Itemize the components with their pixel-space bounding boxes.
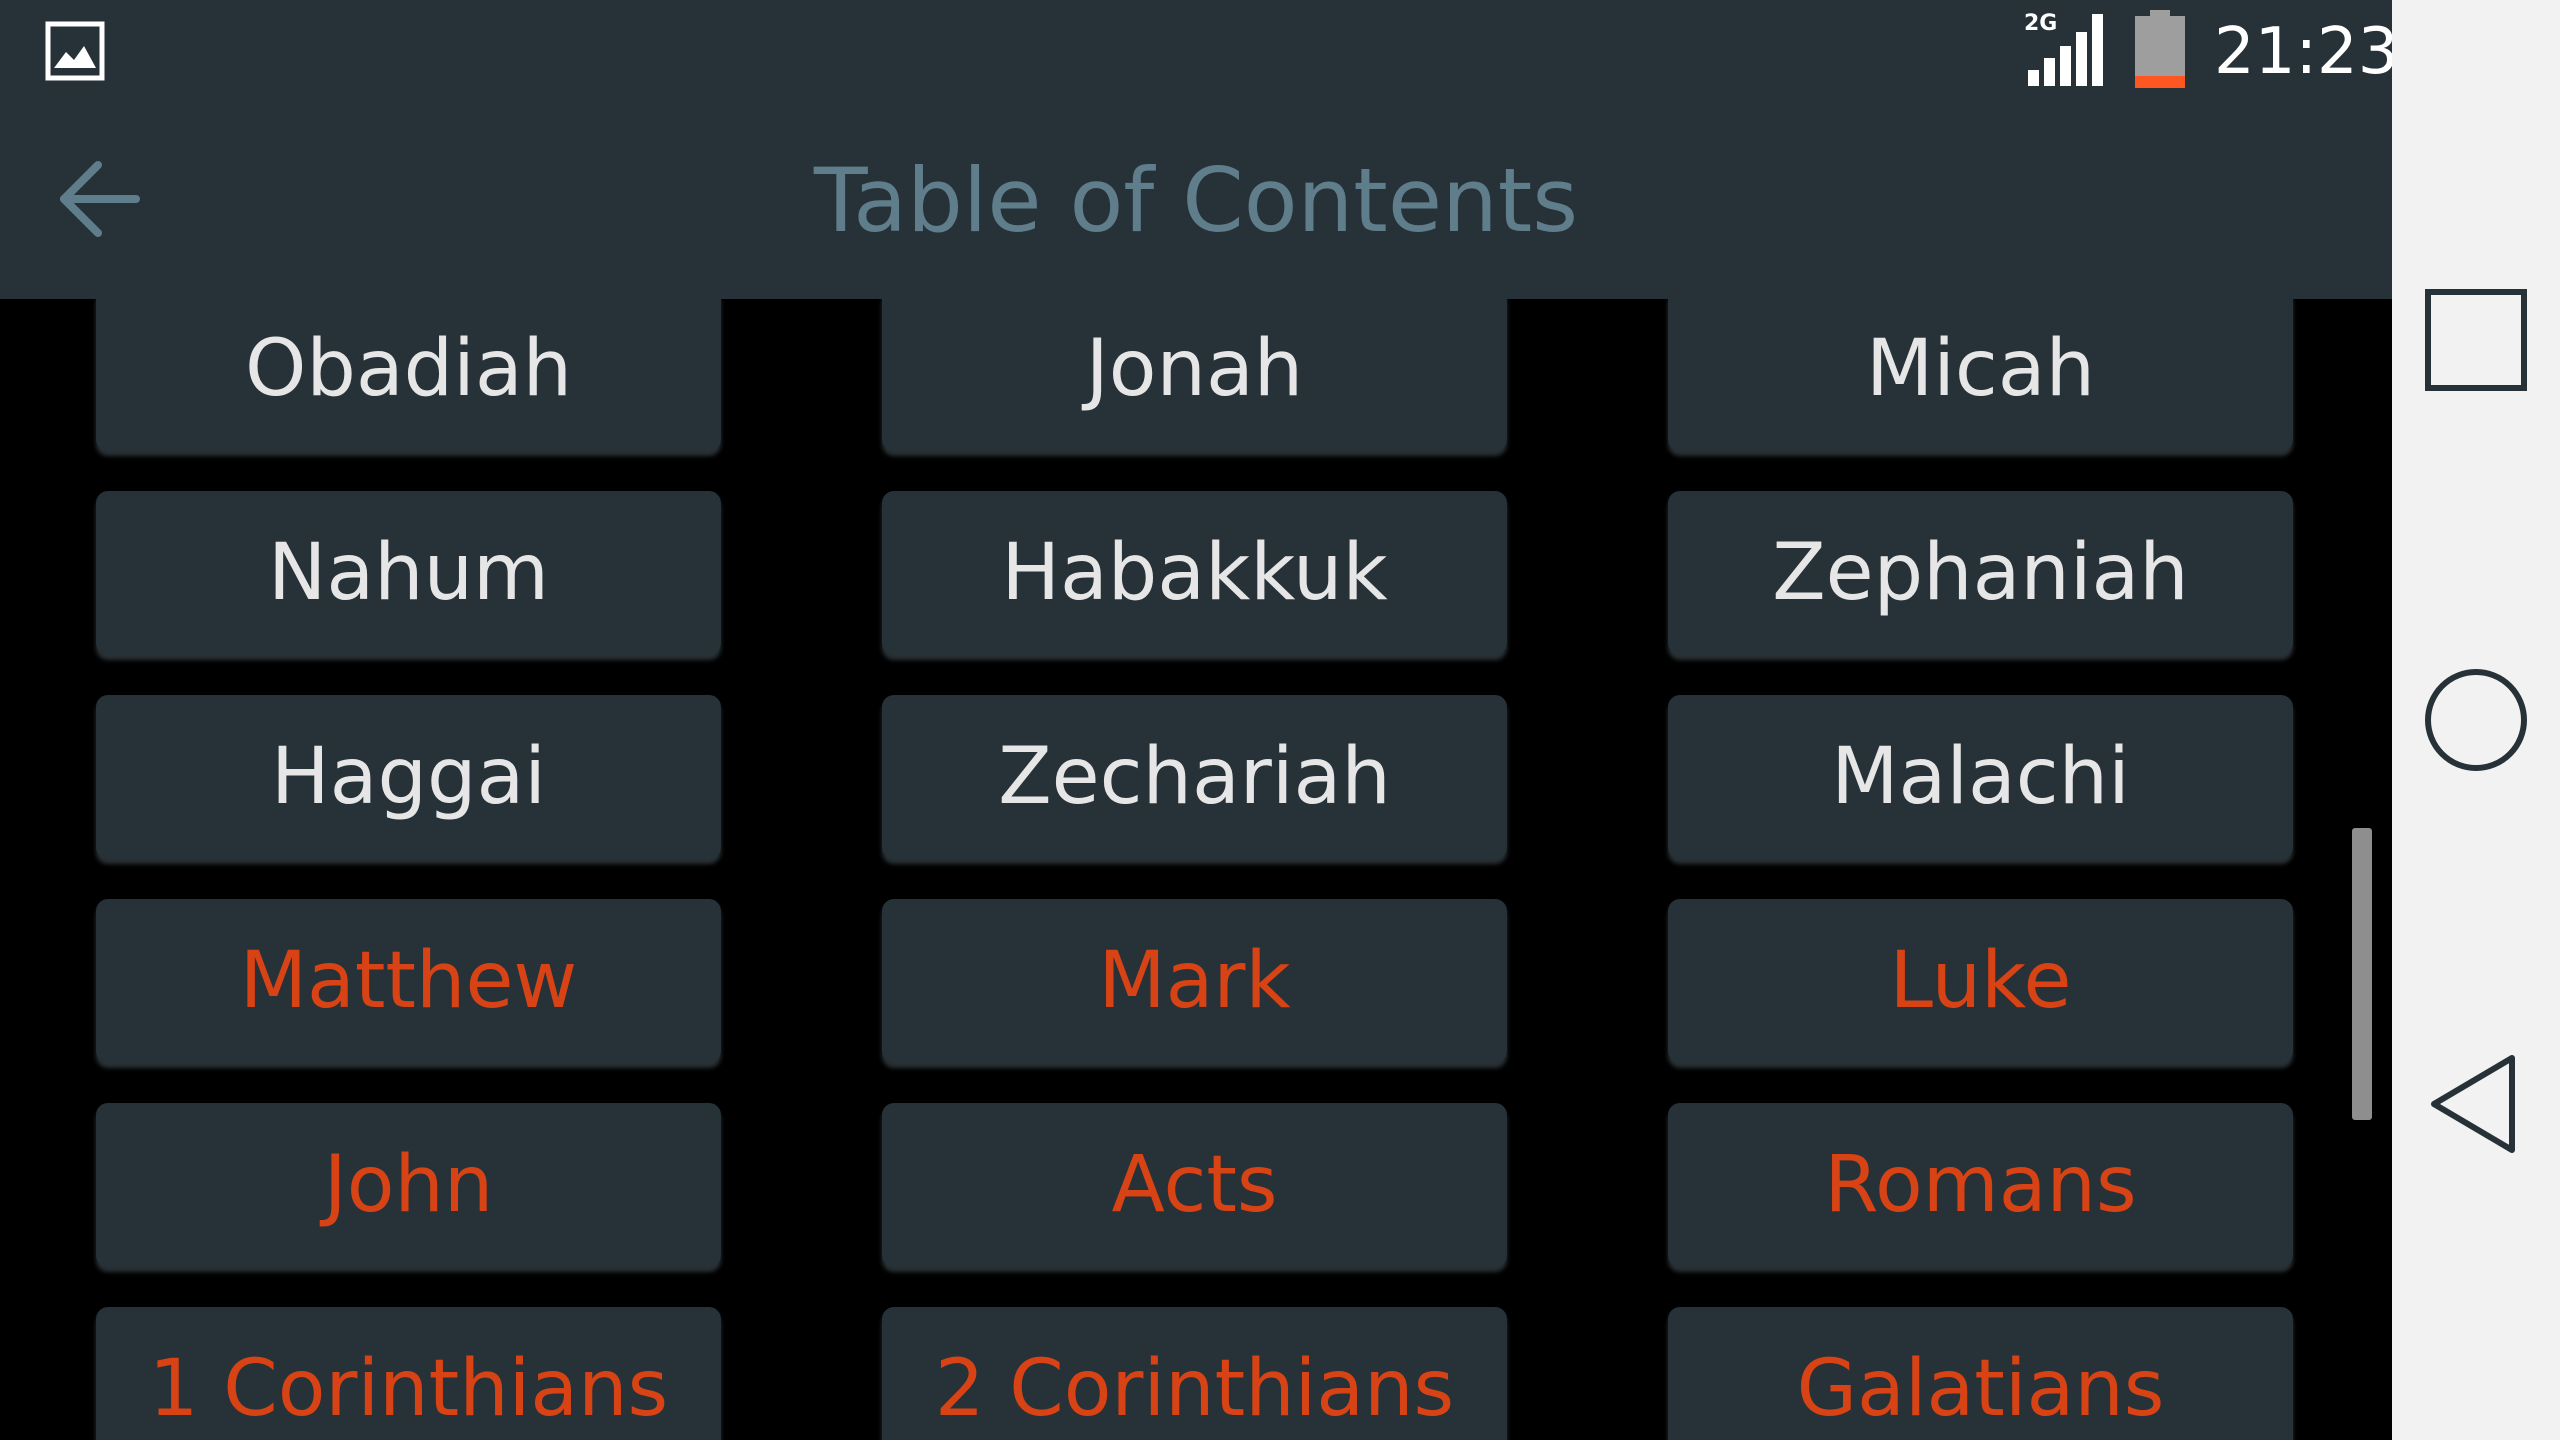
book-label: Nahum — [268, 528, 549, 618]
circle-icon[interactable] — [2424, 668, 2528, 772]
book-label: Zephaniah — [1772, 528, 2189, 618]
book-button[interactable]: John — [96, 1103, 721, 1267]
book-button[interactable]: Romans — [1668, 1103, 2293, 1267]
book-label: Zechariah — [998, 732, 1391, 822]
book-label: Malachi — [1831, 732, 2130, 822]
status-bar: 2G 21:23 — [0, 0, 2392, 101]
book-label: Habakkuk — [1001, 528, 1388, 618]
book-label: Obadiah — [244, 324, 573, 414]
book-grid: Obadiah Jonah Micah Nahum Habakkuk Zephaniah H… — [0, 299, 2392, 1440]
book-label: Haggai — [271, 732, 546, 822]
book-label: John — [323, 1140, 494, 1230]
book-label: 1 Corinthians — [148, 1344, 669, 1434]
triangle-back-icon[interactable] — [2424, 1052, 2528, 1156]
square-icon[interactable] — [2424, 288, 2528, 392]
book-label: Matthew — [239, 936, 578, 1026]
book-button[interactable]: Haggai — [96, 695, 721, 859]
signal-icon: 2G — [2024, 11, 2103, 86]
book-label: Jonah — [1085, 324, 1304, 414]
book-label: Luke — [1889, 936, 2072, 1026]
page-title: Table of Contents — [813, 149, 1579, 252]
book-button[interactable]: Obadiah — [96, 299, 721, 451]
navigation-bar — [2392, 0, 2560, 1440]
book-button[interactable]: Luke — [1668, 899, 2293, 1063]
book-button[interactable]: Acts — [882, 1103, 1507, 1267]
scrollbar-thumb[interactable] — [2352, 828, 2372, 1120]
book-button[interactable]: Malachi — [1668, 695, 2293, 859]
book-button[interactable]: Jonah — [882, 299, 1507, 451]
book-label: Mark — [1098, 936, 1291, 1026]
network-type-label: 2G — [2024, 11, 2057, 36]
book-label: Acts — [1111, 1140, 1278, 1230]
book-label: Romans — [1824, 1140, 2137, 1230]
book-button[interactable]: 1 Corinthians — [96, 1307, 721, 1440]
book-label: Galatians — [1796, 1344, 2165, 1434]
battery-icon — [2135, 10, 2185, 88]
toolbar: Table of Contents — [0, 101, 2392, 299]
book-button[interactable]: Micah — [1668, 299, 2293, 451]
gallery-icon — [45, 21, 105, 81]
book-button[interactable]: 2 Corinthians — [882, 1307, 1507, 1440]
book-label: 2 Corinthians — [934, 1344, 1455, 1434]
book-button[interactable]: Habakkuk — [882, 491, 1507, 655]
book-label: Micah — [1865, 324, 2096, 414]
app-screen: 2G 21:23 Table of Contents Obadiah Jonah M… — [0, 0, 2392, 1440]
book-button[interactable]: Mark — [882, 899, 1507, 1063]
book-button[interactable]: Matthew — [96, 899, 721, 1063]
book-button[interactable]: Galatians — [1668, 1307, 2293, 1440]
book-button[interactable]: Zephaniah — [1668, 491, 2293, 655]
status-clock: 21:23 — [2214, 15, 2392, 89]
book-button[interactable]: Zechariah — [882, 695, 1507, 859]
book-button[interactable]: Nahum — [96, 491, 721, 655]
